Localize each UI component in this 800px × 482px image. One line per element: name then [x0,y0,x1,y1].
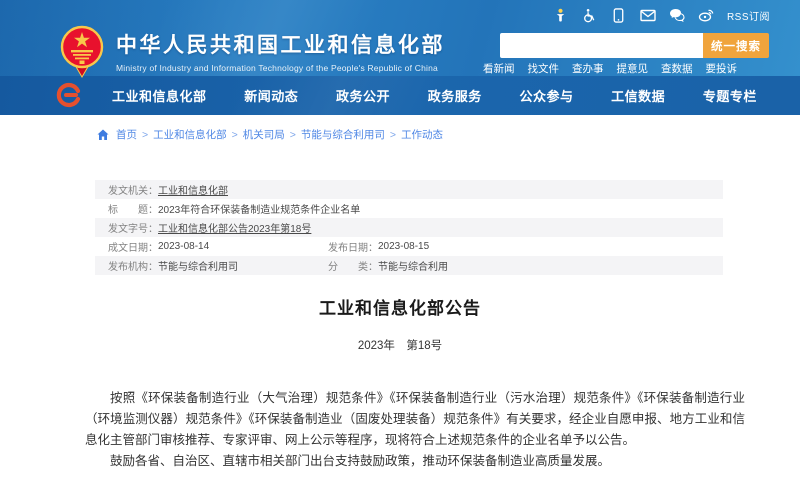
breadcrumb-energy-dept[interactable]: 节能与综合利用司 [301,127,385,142]
header-banner: RSS订阅 中华人民共和国工业和信息化部 Ministry of Industr… [0,0,800,76]
breadcrumb-work-updates: 工作动态 [401,127,443,142]
breadcrumb-separator: > [290,129,296,141]
announcement-body: 按照《环保装备制造行业（大气治理）规范条件》《环保装备制造行业（污水治理）规范条… [85,388,745,472]
nav-menu: 工业和信息化部 新闻动态 政务公开 政务服务 公众参与 工信数据 专题专栏 [112,86,757,105]
publish-date-label: 发布日期： [328,239,378,254]
quick-link-data[interactable]: 查数据 [661,61,693,76]
rss-subscribe-link[interactable]: RSS订阅 [727,8,770,23]
doc-title-label: 标 题： [108,201,158,216]
nav-item-news[interactable]: 新闻动态 [244,86,298,105]
breadcrumb-miit[interactable]: 工业和信息化部 [153,127,227,142]
quick-link-news[interactable]: 看新闻 [483,61,515,76]
nav-item-public-participation[interactable]: 公众参与 [519,86,573,105]
main-navigation: 工业和信息化部 新闻动态 政务公开 政务服务 公众参与 工信数据 专题专栏 [0,76,800,115]
document-info-table: 发文机关： 工业和信息化部 标 题： 2023年符合环保装备制造业规范条件企业名… [95,180,723,275]
quick-link-complaints[interactable]: 要投诉 [706,61,738,76]
search-input[interactable] [500,33,703,58]
table-row: 发文字号： 工业和信息化部公告2023年第18号 [95,218,723,237]
issuing-org-label: 发文机关： [108,182,158,197]
site-title: 中华人民共和国工业和信息化部 [116,29,445,59]
table-row: 发布机构： 节能与综合利用司 分 类： 节能与综合利用 [95,256,723,275]
nav-item-data[interactable]: 工信数据 [611,86,665,105]
body-paragraph-2: 鼓励各省、自治区、直辖市相关部门出台支持鼓励政策，推动环保装备制造业高质量发展。 [85,451,745,472]
nav-item-special-topics[interactable]: 专题专栏 [703,86,757,105]
mobile-icon[interactable] [611,7,627,23]
breadcrumb-departments[interactable]: 机关司局 [243,127,285,142]
home-icon[interactable] [97,129,109,141]
publish-date-value: 2023-08-15 [378,241,429,252]
unified-search: 统一搜索 [500,33,769,58]
wechat-icon[interactable] [669,7,685,23]
breadcrumb-home[interactable]: 首页 [116,127,137,142]
table-row: 成文日期： 2023-08-14 发布日期： 2023-08-15 [95,237,723,256]
search-button[interactable]: 统一搜索 [703,33,769,58]
quick-link-documents[interactable]: 找文件 [528,61,560,76]
quick-link-suggestions[interactable]: 提意见 [617,61,649,76]
site-subtitle-en: Ministry of Industry and Information Tec… [116,63,445,73]
announcement-number: 2023年 第18号 [0,337,800,353]
national-emblem [58,24,106,78]
table-row: 发文机关： 工业和信息化部 [95,180,723,199]
breadcrumb-separator: > [142,129,148,141]
publisher-value: 节能与综合利用司 [158,258,238,273]
doc-title-value: 2023年符合环保装备制造业规范条件企业名单 [158,201,360,216]
written-date-value: 2023-08-14 [158,241,209,252]
nav-item-gov-services[interactable]: 政务服务 [428,86,482,105]
topbar-utility-icons: RSS订阅 [553,7,770,23]
announcement-title: 工业和信息化部公告 [0,294,800,319]
search-quick-links: 看新闻 找文件 查办事 提意见 查数据 要投诉 [483,61,737,76]
miit-logo-icon[interactable] [56,82,82,108]
breadcrumb-separator: > [390,129,396,141]
nav-item-miit[interactable]: 工业和信息化部 [112,86,207,105]
doc-number-value[interactable]: 工业和信息化部公告2023年第18号 [158,220,311,235]
accessibility-mode-icon[interactable] [553,7,569,23]
body-paragraph-1: 按照《环保装备制造行业（大气治理）规范条件》《环保装备制造行业（污水治理）规范条… [85,388,745,451]
breadcrumb-separator: > [232,129,238,141]
weibo-icon[interactable] [698,7,714,23]
category-value: 节能与综合利用 [378,258,448,273]
quick-link-services[interactable]: 查办事 [572,61,604,76]
category-label: 分 类： [328,258,378,273]
doc-number-label: 发文字号： [108,220,158,235]
wheelchair-icon[interactable] [582,7,598,23]
mail-icon[interactable] [640,7,656,23]
site-masthead[interactable]: 中华人民共和国工业和信息化部 Ministry of Industry and … [116,29,445,73]
nav-item-gov-affairs[interactable]: 政务公开 [336,86,390,105]
issuing-org-value[interactable]: 工业和信息化部 [158,182,228,197]
written-date-label: 成文日期： [108,239,158,254]
table-row: 标 题： 2023年符合环保装备制造业规范条件企业名单 [95,199,723,218]
publisher-label: 发布机构： [108,258,158,273]
breadcrumb: 首页 > 工业和信息化部 > 机关司局 > 节能与综合利用司 > 工作动态 [97,127,443,142]
